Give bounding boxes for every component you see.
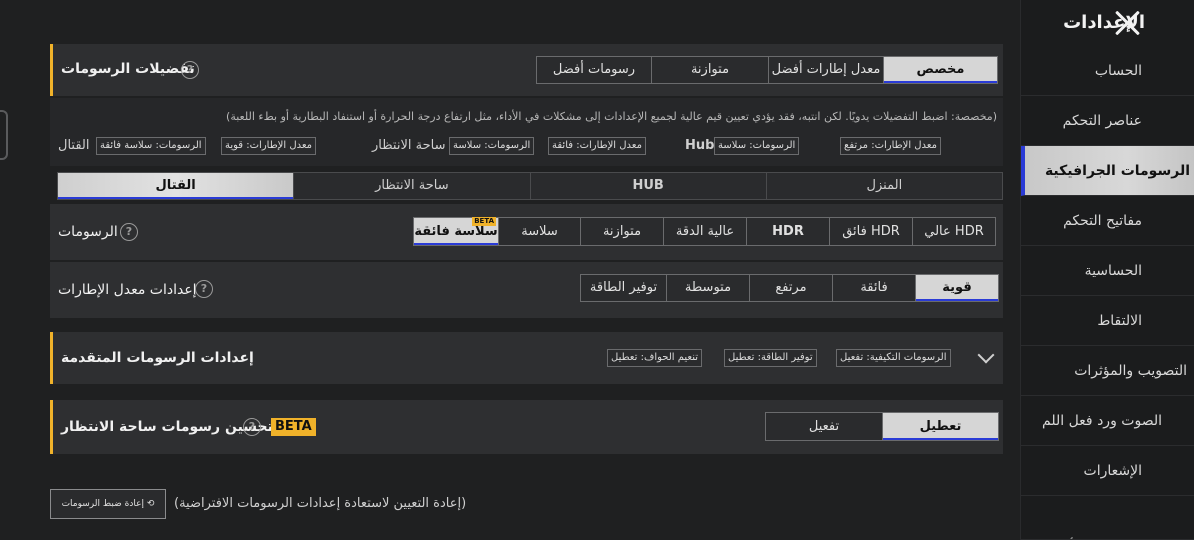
graphics-option[interactable]: فائق HDR xyxy=(829,218,912,245)
sidebar-header: الإعدادات xyxy=(1021,0,1194,46)
combat-label: القتال xyxy=(58,138,90,153)
lobby-gfx-tag: الرسومات: سلاسة xyxy=(449,137,535,155)
chevron-down-icon[interactable] xyxy=(977,346,995,364)
reset-icon: ⟲ xyxy=(146,499,155,509)
fps-selector: توفير الطاقة متوسطة مرتفع فائقة قوية xyxy=(580,274,999,302)
settings-sidebar: الإعدادات الحساب عناصر التحكم الرسومات ا… xyxy=(1020,0,1194,540)
graphics-option-selected[interactable]: سلاسة فائقة BETA xyxy=(414,217,498,245)
tab-combat[interactable]: القتال xyxy=(58,173,294,199)
lobby-enhance-title: تحسين رسومات ساحة الانتظار xyxy=(61,419,273,435)
sidebar-item-audio-haptics[interactable]: الصوت ورد فعل اللم xyxy=(1021,396,1194,446)
graphics-quality-row: الرسومات ? سلاسة فائقة BETA سلاسة متوازن… xyxy=(50,204,1003,260)
advanced-graphics-title: إعدادات الرسومات المتقدمة xyxy=(61,350,254,366)
graphics-quality-selector: سلاسة فائقة BETA سلاسة متوازنة عالية الد… xyxy=(413,217,996,246)
fps-label: إعدادات معدل الإطارات xyxy=(58,282,197,298)
tab-home[interactable]: المنزل xyxy=(765,173,1002,199)
fps-option[interactable]: توفير الطاقة xyxy=(581,275,666,301)
advanced-tag-aa: تنعيم الحواف: تعطيل xyxy=(607,349,703,367)
lobby-enhance-panel: تحسين رسومات ساحة الانتظار ? BETA تفعيل … xyxy=(50,400,1003,454)
lobby-label: ساحة الانتظار xyxy=(372,138,446,153)
graphics-quality-label: الرسومات xyxy=(58,224,118,240)
sidebar-item-notifications[interactable]: الإشعارات xyxy=(1021,446,1194,496)
graphics-option[interactable]: سلاسة xyxy=(498,218,580,245)
hub-label: Hub xyxy=(685,138,715,153)
hub-fps-tag: معدل الإطارات: مرتفع xyxy=(840,137,941,155)
mode-tabs: القتال ساحة الانتظار HUB المنزل xyxy=(57,172,1003,200)
sidebar-item-graphics[interactable]: الرسومات الجرافيكية xyxy=(1021,146,1194,196)
advanced-tag-power: توفير الطاقة: تعطيل xyxy=(724,349,817,367)
help-icon[interactable]: ? xyxy=(181,61,199,79)
help-icon[interactable]: ? xyxy=(195,280,213,298)
enable-option[interactable]: تفعيل xyxy=(766,413,882,440)
sidebar-item-pickup[interactable]: الالتقاط xyxy=(1021,296,1194,346)
lobby-enhance-toggle: تفعيل تعطيل xyxy=(765,412,999,441)
help-icon[interactable]: ? xyxy=(243,418,261,436)
graphics-option[interactable]: HDR xyxy=(746,218,829,245)
preset-option[interactable]: رسومات أفضل xyxy=(537,57,651,83)
tab-hub[interactable]: HUB xyxy=(529,173,766,199)
graphics-option[interactable]: عالية الدقة xyxy=(663,218,746,245)
reset-graphics-label: إعادة ضبط الرسومات xyxy=(61,499,144,509)
sidebar-item-other[interactable]: الإعدادات الأخرى xyxy=(1021,496,1194,540)
preferences-description-panel: (مخصصة: اضبط التفضيلات يدويًا. لكن انتبه… xyxy=(50,98,1003,166)
sidebar-item-account[interactable]: الحساب xyxy=(1021,46,1194,96)
sidebar-item-aim-effects[interactable]: التصويب والمؤثرات xyxy=(1021,346,1194,396)
left-edge-handle[interactable] xyxy=(0,110,8,160)
custom-warning-text: (مخصصة: اضبط التفضيلات يدويًا. لكن انتبه… xyxy=(226,110,997,123)
help-icon[interactable]: ? xyxy=(120,223,138,241)
close-icon[interactable] xyxy=(1114,9,1142,37)
reset-graphics-button[interactable]: إعادة ضبط الرسومات ⟲ xyxy=(50,489,166,519)
fps-option[interactable]: فائقة xyxy=(832,275,915,301)
advanced-tag-adaptive: الرسومات التكيفية: تفعيل xyxy=(836,349,951,367)
hub-gfx-tag: الرسومات: سلاسة xyxy=(714,137,800,155)
beta-badge: BETA xyxy=(271,418,316,436)
fps-option[interactable]: متوسطة xyxy=(666,275,749,301)
sidebar-item-keybinds[interactable]: مفاتيح التحكم xyxy=(1021,196,1194,246)
fps-option-selected[interactable]: قوية xyxy=(915,275,998,301)
preset-option[interactable]: متوازنة xyxy=(651,57,768,83)
graphics-option[interactable]: متوازنة xyxy=(580,218,663,245)
fps-option[interactable]: مرتفع xyxy=(749,275,832,301)
preset-option[interactable]: معدل إطارات أفضل xyxy=(768,57,883,83)
preset-option-selected[interactable]: مخصص xyxy=(883,57,997,83)
sidebar-item-sensitivity[interactable]: الحساسية xyxy=(1021,246,1194,296)
graphics-preset-selector: رسومات أفضل متوازنة معدل إطارات أفضل مخص… xyxy=(536,56,998,84)
beta-mini-tag: BETA xyxy=(472,217,496,226)
graphics-option[interactable]: عالي HDR xyxy=(912,218,995,245)
graphics-preferences-header: تفضيلات الرسومات ? رسومات أفضل متوازنة م… xyxy=(50,44,1003,96)
advanced-graphics-panel[interactable]: إعدادات الرسومات المتقدمة الرسومات التكي… xyxy=(50,332,1003,384)
fps-row: إعدادات معدل الإطارات ? توفير الطاقة متو… xyxy=(50,262,1003,318)
disable-option-selected[interactable]: تعطيل xyxy=(882,413,998,440)
sidebar-item-controls[interactable]: عناصر التحكم xyxy=(1021,96,1194,146)
reset-description: (إعادة التعيين لاستعادة إعدادات الرسومات… xyxy=(174,496,467,511)
tab-lobby[interactable]: ساحة الانتظار xyxy=(293,173,529,199)
combat-gfx-tag: الرسومات: سلاسة فائقة xyxy=(96,137,206,155)
graphics-option-label: سلاسة فائقة xyxy=(414,224,498,239)
combat-fps-tag: معدل الإطارات: قوية xyxy=(221,137,317,155)
graphics-preferences-title: تفضيلات الرسومات xyxy=(61,61,195,77)
lobby-fps-tag: معدل الإطارات: فائقة xyxy=(548,137,646,155)
